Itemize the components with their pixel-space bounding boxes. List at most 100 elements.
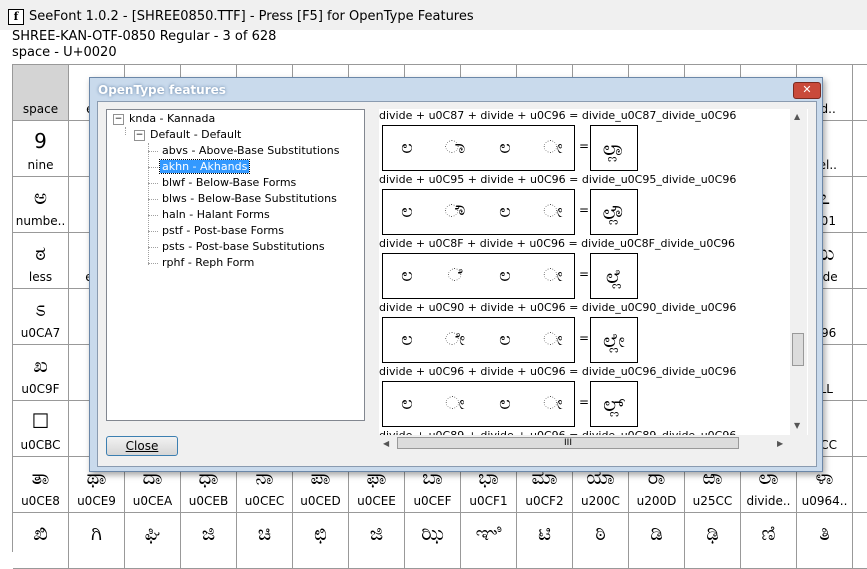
tree-item-feature[interactable]: psts - Post-base Substitutions bbox=[148, 240, 327, 254]
glyph-name: u bbox=[853, 326, 867, 340]
glyph-cell[interactable]: space bbox=[13, 65, 69, 121]
glyph-name: u0CEB bbox=[188, 494, 229, 508]
glyph-cell[interactable]: 9 nine bbox=[13, 121, 69, 177]
dialog-title: OpenType features bbox=[98, 83, 226, 97]
input-glyph: ೕ bbox=[543, 137, 563, 158]
result-glyph: ಲ್ಲ್ bbox=[590, 381, 638, 427]
glyph-cell[interactable]: ಟಿ bbox=[517, 513, 573, 569]
glyph-cell[interactable]: ☐ u0CBC bbox=[13, 401, 69, 457]
glyph-name: u200C bbox=[581, 494, 620, 508]
input-glyph: ೕ bbox=[445, 393, 465, 414]
glyph-cell[interactable]: ಛಿ bbox=[293, 513, 349, 569]
dialog-close-x-button[interactable]: ✕ bbox=[793, 82, 821, 99]
scroll-left-icon[interactable]: ◀ bbox=[383, 439, 389, 448]
glyph-cell[interactable]: ಝಿ bbox=[405, 513, 461, 569]
glyph: ತಿ bbox=[819, 521, 830, 545]
glyph: ಠಿ bbox=[595, 521, 606, 545]
preview-horizontal-scrollbar[interactable]: ◀ III ▶ bbox=[379, 435, 790, 452]
input-glyph: ಲ bbox=[499, 265, 511, 286]
glyph-cell[interactable] bbox=[853, 233, 867, 289]
collapse-icon[interactable]: − bbox=[134, 129, 145, 141]
glyph: ಛಿ bbox=[314, 521, 327, 545]
glyph-cell[interactable]: ತಿ bbox=[797, 513, 853, 569]
scroll-thumb[interactable]: III bbox=[397, 437, 739, 449]
dialog-body: − knda - Kannada − Default - Default abvs … bbox=[97, 101, 817, 467]
glyph-name: u0964.. bbox=[801, 494, 848, 508]
glyph-cell[interactable]: ಘಿ bbox=[125, 513, 181, 569]
tree-item-script[interactable]: − knda - Kannada bbox=[113, 112, 217, 126]
scroll-up-icon[interactable]: ▲ bbox=[794, 112, 800, 121]
input-glyph: ೕ bbox=[543, 265, 563, 286]
equals-sign: = bbox=[579, 267, 590, 281]
glyph-cell[interactable] bbox=[853, 513, 867, 569]
glyph-cell[interactable]: ತಾ u0CE8 bbox=[13, 457, 69, 513]
glyph-cell[interactable]: ಅ numbe.. bbox=[13, 177, 69, 233]
glyph-name: space bbox=[22, 102, 59, 116]
collapse-icon[interactable]: − bbox=[113, 113, 124, 125]
close-button[interactable]: Close bbox=[106, 436, 178, 456]
input-glyph: ಲ bbox=[401, 393, 413, 414]
glyph-name: numbe.. bbox=[15, 214, 66, 228]
scroll-down-icon[interactable]: ▼ bbox=[794, 421, 800, 430]
equals-sign: = bbox=[579, 203, 590, 217]
input-glyphs: ಲೆ ಲೕ bbox=[382, 253, 575, 299]
glyph-cell[interactable]: ಡಿ bbox=[629, 513, 685, 569]
tree-item-feature[interactable]: blwf - Below-Base Forms bbox=[148, 176, 298, 190]
input-glyph: ಲ bbox=[401, 137, 413, 158]
preview-vertical-scrollbar[interactable]: ▲ ▼ bbox=[790, 109, 807, 435]
tree-item-feature[interactable]: akhn - Akhands bbox=[148, 159, 251, 174]
result-glyph: ಲ್ಲೌ bbox=[590, 189, 638, 235]
glyph-cell[interactable] bbox=[853, 65, 867, 121]
glyph-cell[interactable]: ಢಿ bbox=[685, 513, 741, 569]
glyph-cell[interactable]: ಖಿ bbox=[13, 513, 69, 569]
glyph-cell[interactable]: ಠ less bbox=[13, 233, 69, 289]
glyph: ಠ bbox=[35, 241, 46, 265]
glyph: ಽ bbox=[35, 297, 46, 321]
result-glyph: ಲ್ಲೆ bbox=[590, 253, 638, 299]
glyph: ಣಿ bbox=[761, 521, 776, 545]
glyph-cell[interactable]: ಗಿ bbox=[69, 513, 125, 569]
tree-item-feature[interactable]: pstf - Post-base Forms bbox=[148, 224, 286, 238]
glyph-cell[interactable] bbox=[853, 457, 867, 513]
glyph-cell[interactable]: u bbox=[853, 401, 867, 457]
glyph-cell[interactable]: no bbox=[853, 345, 867, 401]
input-glyph: ಲ bbox=[499, 393, 511, 414]
feature-tree[interactable]: − knda - Kannada − Default - Default abvs … bbox=[106, 109, 365, 421]
glyph-cell[interactable]: ಣಿ bbox=[741, 513, 797, 569]
tree-item-language[interactable]: − Default - Default bbox=[134, 128, 243, 142]
glyph-name: u0CBC bbox=[20, 438, 61, 452]
glyph-cell[interactable]: ಞಿ bbox=[461, 513, 517, 569]
glyph-cell[interactable]: ಜಿ bbox=[349, 513, 405, 569]
input-glyph: ೇ bbox=[444, 329, 466, 350]
glyph-cell[interactable]: ಖ u0C9F bbox=[13, 345, 69, 401]
input-glyph: ಾ bbox=[444, 137, 466, 158]
glyph-cell[interactable]: tw bbox=[853, 177, 867, 233]
scroll-right-icon[interactable]: ▶ bbox=[777, 439, 783, 448]
opentype-features-dialog: OpenType features ✕ − knda - Kannada − Def… bbox=[89, 77, 823, 472]
glyph: ಘಿ bbox=[144, 521, 161, 545]
glyph-name: u0CEC bbox=[244, 494, 285, 508]
glyph-name: u0CEE bbox=[357, 494, 396, 508]
input-glyph: ಲ bbox=[499, 201, 511, 222]
title-bar: f SeeFont 1.0.2 - [SHREE0850.TTF] - Pres… bbox=[0, 0, 867, 30]
glyph-cell[interactable]: ba bbox=[853, 121, 867, 177]
glyph-name: u0CED bbox=[300, 494, 341, 508]
equals-sign: = bbox=[579, 331, 590, 345]
glyph-cell[interactable]: ಠಿ bbox=[573, 513, 629, 569]
tree-item-feature[interactable]: haln - Halant Forms bbox=[148, 208, 272, 222]
glyph-cell[interactable]: ಚಿ bbox=[237, 513, 293, 569]
tree-item-feature[interactable]: blws - Below-Base Substitutions bbox=[148, 192, 339, 206]
glyph-name: tw bbox=[853, 214, 867, 228]
scroll-thumb[interactable] bbox=[792, 333, 804, 366]
glyph-cell[interactable]: u bbox=[853, 289, 867, 345]
result-glyph: ಲ್ಲಾ bbox=[590, 125, 638, 171]
glyph-cell[interactable]: ಽ u0CA7 bbox=[13, 289, 69, 345]
equals-sign: = bbox=[579, 395, 590, 409]
tree-item-feature[interactable]: rphf - Reph Form bbox=[148, 256, 256, 270]
glyph-cell[interactable]: ಜಿ bbox=[181, 513, 237, 569]
glyph-name: divide.. bbox=[746, 494, 791, 508]
glyph: ಟಿ bbox=[537, 521, 552, 545]
glyph-name: u0C9F bbox=[21, 382, 60, 396]
app-icon: f bbox=[8, 9, 24, 25]
tree-item-feature[interactable]: abvs - Above-Base Substitutions bbox=[148, 144, 341, 158]
